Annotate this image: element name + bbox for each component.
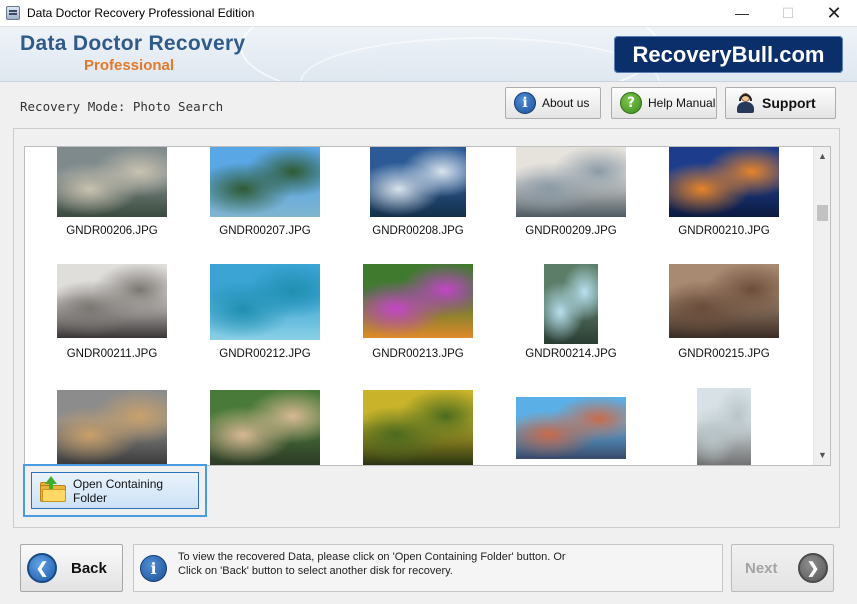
open-containing-folder-label: Open Containing Folder (73, 476, 164, 505)
info-message-line: To view the recovered Data, please click… (178, 551, 566, 563)
photo-filename: GNDR00209.JPG (525, 225, 617, 237)
photo-list: GNDR00206.JPG GNDR00207.JPG GNDR00208.JPG G… (25, 147, 815, 465)
photo-tile[interactable]: GNDR00208.JPG (353, 147, 483, 257)
photo-tile[interactable]: GNDR00211.JPG (47, 264, 177, 374)
photo-filename: GNDR00206.JPG (66, 225, 158, 237)
app-icon (6, 6, 20, 20)
help-manual-button[interactable]: ? Help Manual (611, 87, 717, 119)
minimize-button[interactable]: — (719, 0, 765, 27)
info-message-line: Click on 'Back' button to select another… (178, 565, 453, 577)
butterfly-flowers-photo (363, 264, 473, 338)
photo-tile[interactable]: GNDR00212.JPG (200, 264, 330, 374)
beach-walk-photo (697, 388, 751, 465)
info-message-box: i To view the recovered Data, please cli… (133, 544, 723, 592)
scroll-thumb[interactable] (817, 205, 828, 221)
back-label: Back (71, 559, 107, 577)
city-night-photo (669, 147, 779, 217)
photo-tile[interactable]: GNDR00206.JPG (47, 147, 177, 257)
photo-filename: GNDR00214.JPG (525, 348, 617, 360)
photo-tile[interactable] (353, 390, 483, 465)
scroll-up-arrow-icon[interactable]: ▲ (814, 148, 830, 165)
photo-tile[interactable] (200, 390, 330, 465)
help-manual-label: Help Manual (648, 96, 716, 110)
photo-tile[interactable]: GNDR00209.JPG (506, 147, 636, 257)
maximize-button[interactable]: ☐ (765, 0, 811, 27)
brand-name: Data Doctor Recovery (20, 32, 246, 55)
waterfall-photo (544, 264, 598, 344)
mode-bar: Recovery Mode: Photo Search i About us ?… (0, 83, 857, 128)
support-agent-icon (734, 92, 756, 114)
lake-forest-photo (210, 147, 320, 217)
support-button[interactable]: Support (725, 87, 836, 119)
info-message: To view the recovered Data, please click… (178, 550, 718, 578)
about-us-label: About us (542, 96, 590, 110)
back-button[interactable]: ❮ Back (20, 544, 123, 592)
support-label: Support (762, 95, 816, 111)
winter-lake-photo (370, 147, 466, 217)
friends-rocks-photo (669, 264, 779, 338)
info-icon: i (514, 92, 536, 114)
photo-tile[interactable]: GNDR00207.JPG (200, 147, 330, 257)
window-title: Data Doctor Recovery Professional Editio… (27, 6, 255, 20)
photo-tile[interactable]: GNDR00215.JPG (659, 264, 789, 374)
photo-filename: GNDR00207.JPG (219, 225, 311, 237)
friends-selfie-photo (210, 390, 320, 465)
photo-filename: GNDR00213.JPG (372, 348, 464, 360)
photo-filename: GNDR00212.JPG (219, 348, 311, 360)
photo-filename: GNDR00211.JPG (66, 348, 158, 360)
title-bar: Data Doctor Recovery Professional Editio… (0, 0, 857, 27)
vertical-scrollbar[interactable]: ▲ ▼ (813, 147, 830, 465)
photo-tile[interactable]: GNDR00210.JPG (659, 147, 789, 257)
friends-sofa-photo (57, 264, 167, 338)
photo-filename: GNDR00215.JPG (678, 348, 770, 360)
photo-filename: GNDR00208.JPG (372, 225, 464, 237)
info-icon: i (140, 555, 167, 582)
photo-tile[interactable]: GNDR00213.JPG (353, 264, 483, 374)
open-containing-folder-button[interactable]: Open Containing Folder (31, 472, 199, 509)
open-folder-focus-frame: Open Containing Folder (23, 464, 207, 517)
header-banner: Data Doctor Recovery Professional Recove… (0, 27, 857, 82)
back-arrow-icon: ❮ (27, 553, 57, 583)
photo-gallery: GNDR00206.JPG GNDR00207.JPG GNDR00208.JPG G… (24, 146, 831, 466)
photo-tile[interactable] (47, 390, 177, 465)
folder-open-icon (40, 475, 66, 502)
help-icon: ? (620, 92, 642, 114)
photo-tile[interactable] (506, 390, 636, 465)
group-meeting-photo (516, 147, 626, 217)
photo-filename: GNDR00210.JPG (678, 225, 770, 237)
recovery-mode-label: Recovery Mode: Photo Search (20, 99, 224, 114)
brand-badge-logo: RecoveryBull.com (614, 36, 843, 73)
next-label: Next (745, 559, 778, 577)
photo-tile[interactable] (659, 388, 789, 465)
brand-edition: Professional (84, 57, 175, 74)
autumn-tree-photo (363, 390, 473, 465)
next-arrow-icon: ❯ (798, 553, 828, 583)
photo-tile[interactable]: GNDR00214.JPG (506, 264, 636, 374)
group-street-photo (57, 390, 167, 465)
close-button[interactable]: ✕ (811, 0, 857, 27)
about-us-button[interactable]: i About us (505, 87, 601, 119)
tropical-island-photo (210, 264, 320, 340)
next-button: Next ❯ (731, 544, 834, 592)
friends-bench-photo (516, 397, 626, 459)
scroll-down-arrow-icon[interactable]: ▼ (814, 447, 830, 464)
family-lake-photo (57, 147, 167, 217)
